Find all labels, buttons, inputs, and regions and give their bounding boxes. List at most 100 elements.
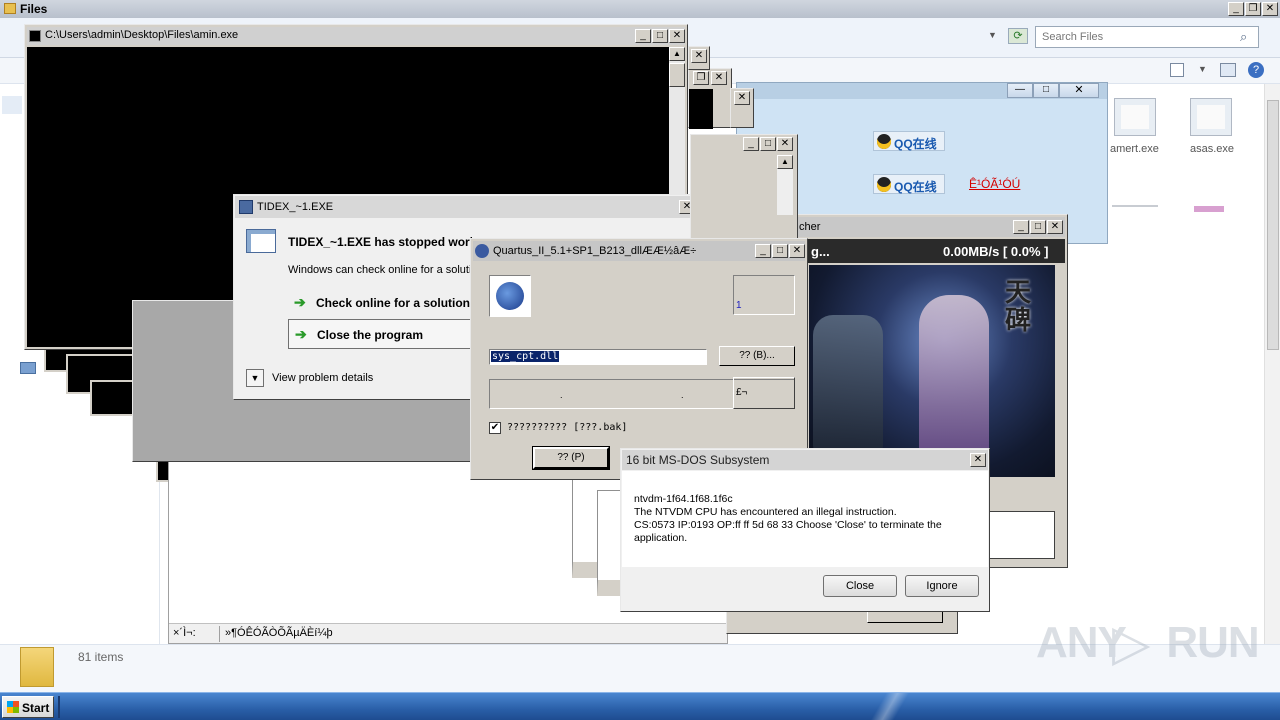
close-button[interactable]: ✕ [669, 29, 685, 43]
game-creature-figure [813, 315, 883, 465]
file-item-partial-2[interactable] [1194, 206, 1224, 212]
scroll-up-icon[interactable]: ▲ [777, 155, 793, 169]
browse-button[interactable]: ?? (B)... [719, 346, 795, 366]
chevron-down-icon[interactable]: ▼ [1198, 64, 1207, 74]
tidex-heading: TIDEX_~1.EXE has stopped working [288, 235, 472, 249]
game-status-bar: g... 0.00MB/s [ 0.0% ] [783, 239, 1065, 263]
close-button[interactable]: ✕ [970, 453, 986, 467]
program-icon [246, 229, 276, 253]
nav-pane-item-highlight[interactable] [2, 96, 22, 114]
green-arrow-icon: ➔ [295, 326, 307, 342]
qq-status-badge[interactable]: QQ在线 [873, 131, 945, 151]
small-window-scrollbar[interactable]: ▲ [777, 155, 793, 215]
file-item-asas[interactable]: asas.exe [1184, 96, 1240, 160]
refresh-icon[interactable]: ⟳ [1008, 28, 1028, 44]
vertical-scrollbar[interactable] [1264, 84, 1280, 644]
console-icon [29, 30, 41, 42]
view-details-toggle[interactable]: ▼ View problem details [246, 369, 406, 389]
broken-window-statusbar: ×´Ì¬: »¶Ó­ÊÓÃÒÕÃµÄÈí¼þ [169, 623, 727, 643]
view-icon[interactable] [1170, 63, 1184, 77]
console-titlebar: C:\Users\admin\Desktop\Files\amin.exe _ … [27, 27, 685, 45]
scroll-thumb[interactable] [669, 63, 685, 87]
maximize-button[interactable]: □ [1033, 83, 1059, 98]
maximize-button[interactable]: □ [1030, 220, 1046, 234]
close-program-option[interactable]: ➔ Close the program [288, 319, 478, 349]
logo-globe [496, 282, 524, 310]
app-icon [239, 200, 253, 214]
search-icon: ⌕ [1240, 29, 1248, 44]
network-icon[interactable] [20, 362, 36, 374]
preview-pane-icon[interactable] [1220, 63, 1236, 77]
ntvdm-close-button[interactable]: Close [823, 575, 897, 597]
minimize-button[interactable]: _ [1228, 2, 1244, 16]
restore-button[interactable]: ❐ [1245, 2, 1261, 16]
close-button[interactable]: ✕ [734, 91, 750, 105]
ntvdm-ignore-button[interactable]: Ignore [905, 575, 979, 597]
maximize-button[interactable]: □ [760, 137, 776, 151]
explorer-titlebar: Files _ ❐ ✕ [0, 0, 1280, 18]
game-titlebar: cher _ □ ✕ [783, 217, 1065, 237]
chevron-down-icon[interactable]: ▼ [988, 30, 997, 40]
backup-checkbox[interactable]: ✔ [489, 422, 501, 434]
option-label: Check online for a solution and close th… [316, 296, 472, 310]
minimize-button[interactable]: _ [755, 244, 771, 258]
exe-file-icon [1190, 98, 1232, 136]
game-title: cher [799, 221, 821, 233]
hidden-window-frame: ✕ [688, 46, 710, 70]
dll-path-input[interactable]: sys_cpt.dll [489, 349, 707, 365]
taskbar-glare [840, 693, 940, 720]
minimize-button[interactable]: _ [1013, 220, 1029, 234]
close-button[interactable]: ✕ [777, 137, 793, 151]
game-bottom-panel [985, 511, 1055, 559]
minimize-button[interactable]: — [1007, 83, 1033, 98]
scroll-thumb[interactable] [1267, 100, 1279, 350]
status-dots: . . [560, 390, 684, 400]
windows-logo-icon [7, 701, 19, 713]
taskbar: Start [0, 692, 1280, 720]
console-title: C:\Users\admin\Desktop\Files\amin.exe [45, 29, 239, 41]
close-button[interactable]: ✕ [691, 49, 707, 63]
help-icon[interactable]: ? [1248, 62, 1264, 78]
backup-checkbox-row[interactable]: ✔ ?????????? [???.bak] [489, 421, 689, 437]
maximize-button[interactable]: □ [652, 29, 668, 43]
qq-label: QQ在线 [894, 180, 937, 194]
qq-link[interactable]: Ê¹ÓÃ¹ÓÚ [969, 177, 1020, 191]
close-button[interactable]: ✕ [1059, 83, 1099, 98]
restore-button[interactable]: ❐ [693, 71, 709, 85]
explorer-title: Files [20, 2, 48, 16]
close-button[interactable]: ✕ [789, 244, 805, 258]
search-placeholder: Search Files [1042, 31, 1104, 43]
game-banner-image: 天碑 [809, 265, 1055, 477]
search-input[interactable]: Search Files ⌕ [1035, 26, 1259, 48]
start-button[interactable]: Start [2, 696, 54, 718]
action-button[interactable]: £¬ [733, 377, 795, 409]
ntvdm-line4: application. [634, 532, 688, 544]
quartus-title: Quartus_II_5.1+SP1_B213_dllÆÆ½âÆ÷ [493, 245, 697, 257]
file-item-amert[interactable]: amert.exe [1108, 96, 1164, 160]
close-button[interactable]: ✕ [711, 71, 727, 85]
minimize-button[interactable]: _ [743, 137, 759, 151]
close-button[interactable]: ✕ [1262, 2, 1278, 16]
game-character-figure [919, 295, 989, 465]
check-online-option[interactable]: ➔ Check online for a solution and close … [290, 293, 474, 315]
dll-path-value: sys_cpt.dll [491, 351, 560, 362]
scroll-up-icon[interactable]: ▲ [669, 47, 685, 61]
info-panel: 1 [733, 275, 795, 315]
quartus-dialog: Quartus_II_5.1+SP1_B213_dllÆÆ½âÆ÷ _ □ ✕ … [470, 238, 808, 480]
file-item-partial-1[interactable] [1112, 205, 1158, 213]
qq-status-badge[interactable]: QQ在线 [873, 174, 945, 194]
exe-file-icon [1114, 98, 1156, 136]
patch-button[interactable]: ?? (P) [532, 446, 610, 470]
qq-label: QQ在线 [894, 137, 937, 151]
maximize-button[interactable]: □ [772, 244, 788, 258]
game-status-left: g... [811, 244, 830, 259]
qq-penguin-icon [877, 134, 891, 149]
taskbar-spacer [58, 696, 60, 718]
hidden-window-close-strip: ✕ [730, 88, 754, 128]
status-divider [219, 626, 220, 642]
chevron-down-icon: ▼ [246, 369, 264, 387]
qq-titlebar: — □ ✕ [737, 83, 1107, 99]
ntvdm-line3: CS:0573 IP:0193 OP:ff ff 5d 68 33 Choose… [634, 519, 942, 531]
close-button[interactable]: ✕ [1047, 220, 1063, 234]
minimize-button[interactable]: _ [635, 29, 651, 43]
